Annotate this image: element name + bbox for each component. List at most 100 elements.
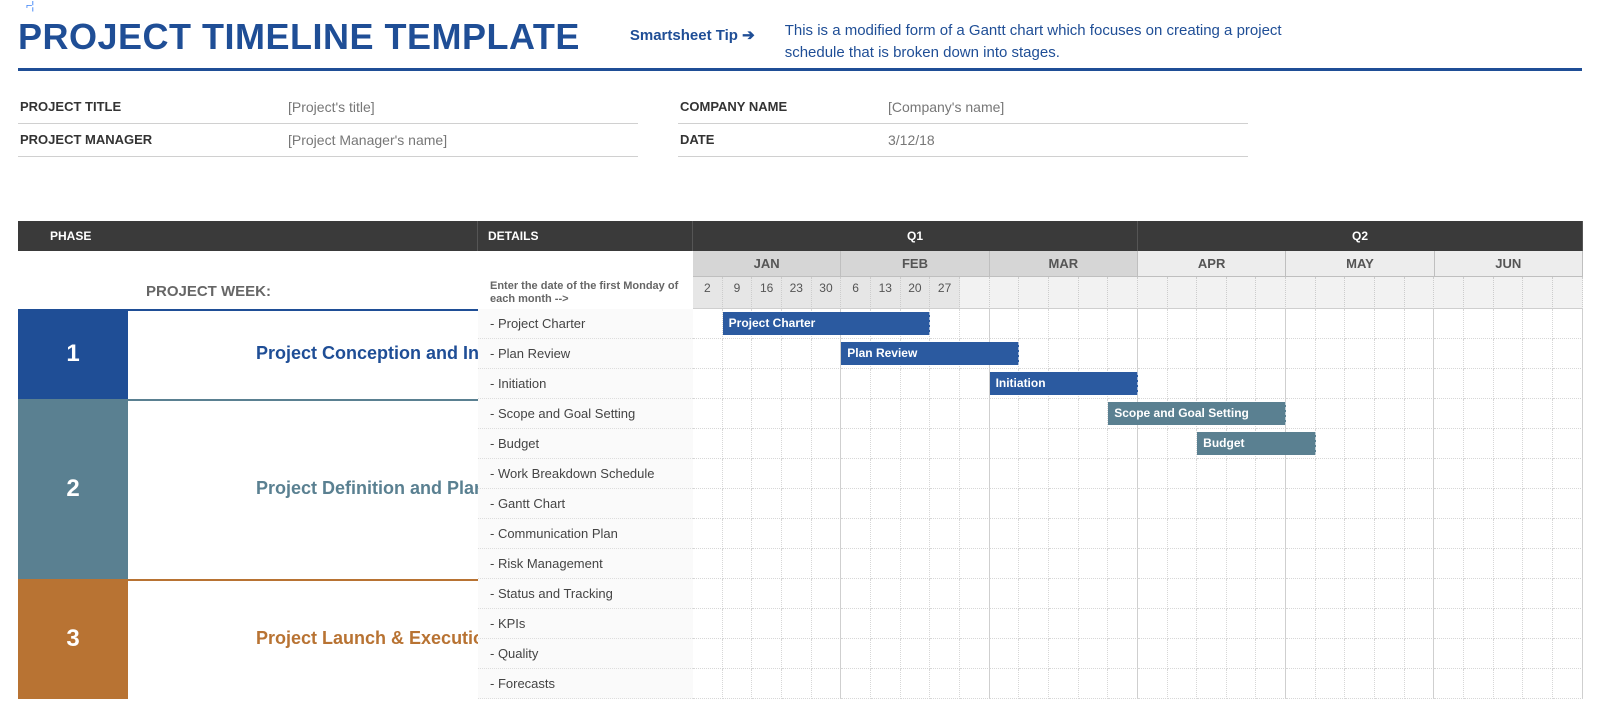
gantt-cell[interactable] [1079, 519, 1109, 549]
gantt-cell[interactable] [782, 549, 812, 579]
week-cell[interactable]: 30 [812, 277, 842, 309]
gantt-cell[interactable] [1286, 489, 1316, 519]
gantt-cell[interactable] [1197, 489, 1227, 519]
gantt-cell[interactable] [960, 519, 990, 549]
gantt-cell[interactable] [1049, 399, 1079, 429]
gantt-cell[interactable] [1553, 519, 1583, 549]
gantt-cell[interactable] [693, 309, 723, 339]
gantt-cell[interactable] [1316, 549, 1346, 579]
gantt-cell[interactable] [1553, 489, 1583, 519]
gantt-cell[interactable] [1345, 399, 1375, 429]
gantt-cell[interactable] [1227, 339, 1257, 369]
gantt-cell[interactable] [1168, 639, 1198, 669]
gantt-cell[interactable] [782, 489, 812, 519]
gantt-cell[interactable] [693, 339, 723, 369]
gantt-cell[interactable] [871, 459, 901, 489]
gantt-cell[interactable] [1019, 399, 1049, 429]
gantt-cell[interactable] [782, 669, 812, 699]
gantt-cell[interactable] [1523, 459, 1553, 489]
gantt-cell[interactable] [1553, 459, 1583, 489]
gantt-cell[interactable] [1079, 429, 1109, 459]
gantt-cell[interactable] [782, 369, 812, 399]
week-cell[interactable] [990, 277, 1020, 309]
week-cell[interactable] [1434, 277, 1464, 309]
gantt-cell[interactable] [960, 579, 990, 609]
gantt-cell[interactable] [693, 519, 723, 549]
gantt-cell[interactable] [1375, 399, 1405, 429]
gantt-cell[interactable] [1019, 459, 1049, 489]
gantt-cell[interactable] [1494, 579, 1524, 609]
gantt-cell[interactable] [1227, 309, 1257, 339]
gantt-cell[interactable] [1197, 639, 1227, 669]
gantt-cell[interactable] [1375, 519, 1405, 549]
gantt-cell[interactable] [901, 579, 931, 609]
gantt-cell[interactable] [1375, 339, 1405, 369]
week-cell[interactable]: 23 [782, 277, 812, 309]
meta-value-project-title[interactable]: [Project's title] [278, 91, 638, 124]
gantt-cell[interactable] [1375, 639, 1405, 669]
gantt-cell[interactable] [1316, 519, 1346, 549]
gantt-cell[interactable] [723, 639, 753, 669]
gantt-cell[interactable] [1197, 339, 1227, 369]
gantt-cell[interactable] [1494, 339, 1524, 369]
gantt-cell[interactable] [1019, 429, 1049, 459]
gantt-cell[interactable] [1049, 429, 1079, 459]
gantt-cell[interactable] [1553, 429, 1583, 459]
gantt-cell[interactable] [1553, 399, 1583, 429]
gantt-cell[interactable] [752, 399, 782, 429]
gantt-cell[interactable] [1523, 639, 1553, 669]
gantt-cell[interactable] [990, 639, 1020, 669]
gantt-cell[interactable] [930, 429, 960, 459]
gantt-cell[interactable] [812, 369, 842, 399]
gantt-cell[interactable] [1553, 609, 1583, 639]
gantt-cell[interactable] [1553, 369, 1583, 399]
gantt-cell[interactable] [1434, 669, 1464, 699]
gantt-cell[interactable] [1523, 579, 1553, 609]
gantt-cell[interactable] [841, 609, 871, 639]
gantt-cell[interactable] [1256, 669, 1286, 699]
gantt-cell[interactable] [1345, 429, 1375, 459]
week-cell[interactable] [1523, 277, 1553, 309]
week-cell[interactable]: 20 [901, 277, 931, 309]
gantt-cell[interactable] [1345, 309, 1375, 339]
gantt-cell[interactable] [1494, 369, 1524, 399]
gantt-cell[interactable] [1168, 309, 1198, 339]
gantt-cell[interactable] [1197, 549, 1227, 579]
gantt-cell[interactable] [841, 669, 871, 699]
gantt-cell[interactable] [1464, 489, 1494, 519]
gantt-cell[interactable] [1375, 309, 1405, 339]
gantt-cell[interactable] [1316, 669, 1346, 699]
gantt-cell[interactable] [782, 399, 812, 429]
gantt-cell[interactable] [1108, 489, 1138, 519]
gantt-cell[interactable] [782, 459, 812, 489]
gantt-cell[interactable] [1464, 609, 1494, 639]
gantt-cell[interactable] [723, 399, 753, 429]
gantt-cell[interactable] [841, 399, 871, 429]
gantt-cell[interactable] [1227, 369, 1257, 399]
week-cell[interactable]: 2 [693, 277, 723, 309]
gantt-cell[interactable] [841, 519, 871, 549]
gantt-cell[interactable] [901, 399, 931, 429]
gantt-cell[interactable] [1553, 549, 1583, 579]
gantt-cell[interactable] [782, 579, 812, 609]
gantt-cell[interactable] [960, 459, 990, 489]
gantt-cell[interactable] [1375, 609, 1405, 639]
gantt-cell[interactable] [1019, 489, 1049, 519]
gantt-cell[interactable] [1405, 429, 1435, 459]
gantt-cell[interactable] [752, 639, 782, 669]
gantt-cell[interactable] [1434, 309, 1464, 339]
gantt-cell[interactable] [812, 669, 842, 699]
gantt-cell[interactable] [1108, 309, 1138, 339]
task-detail[interactable]: - Communication Plan [478, 519, 693, 549]
gantt-cell[interactable] [1405, 489, 1435, 519]
gantt-cell[interactable] [1553, 339, 1583, 369]
gantt-cell[interactable] [1108, 549, 1138, 579]
gantt-cell[interactable]: Scope and Goal Setting [1108, 399, 1138, 429]
gantt-cell[interactable] [1494, 609, 1524, 639]
gantt-cell[interactable] [901, 549, 931, 579]
gantt-cell[interactable] [1168, 369, 1198, 399]
task-detail[interactable]: - Risk Management [478, 549, 693, 579]
week-cell[interactable] [1316, 277, 1346, 309]
gantt-cell[interactable] [1138, 339, 1168, 369]
gantt-cell[interactable] [1434, 579, 1464, 609]
